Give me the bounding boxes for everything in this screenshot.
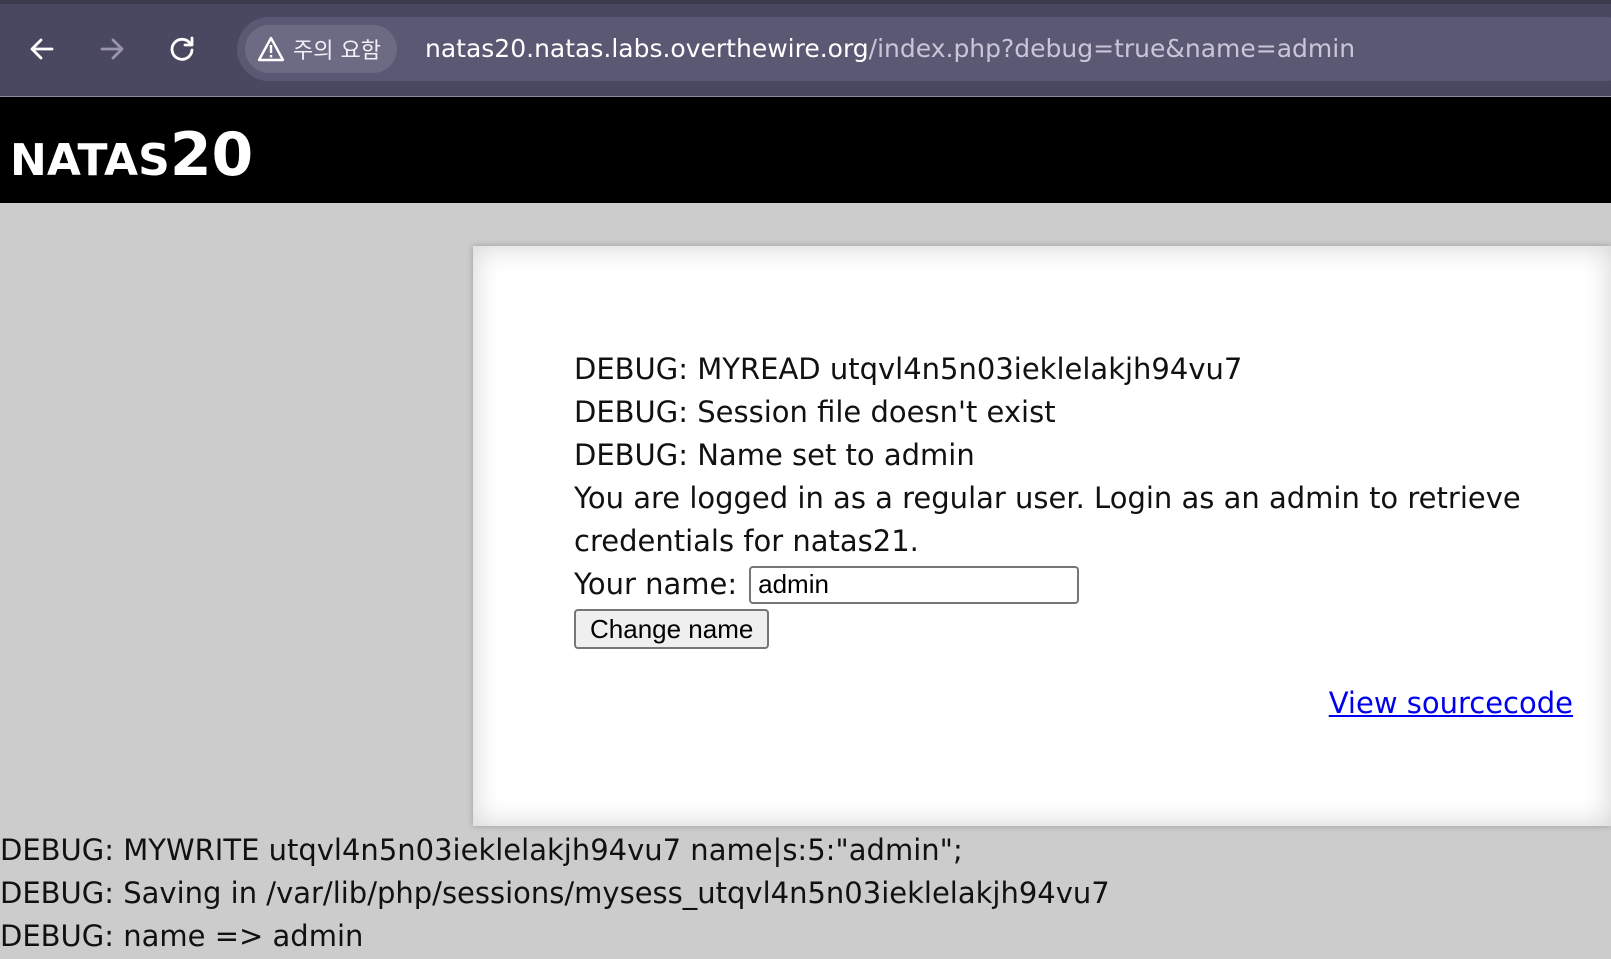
view-sourcecode-link[interactable]: View sourcecode: [1329, 686, 1573, 720]
content-panel: DEBUG: MYREAD utqvl4n5n03ieklelakjh94vu7…: [473, 246, 1611, 826]
content-body: DEBUG: MYREAD utqvl4n5n03ieklelakjh94vu7…: [574, 348, 1554, 650]
url-path: /index.php?debug=true&name=admin: [868, 34, 1356, 63]
name-label: Your name:: [574, 567, 738, 601]
name-input[interactable]: [749, 565, 1080, 604]
debug-line: DEBUG: Saving in /var/lib/php/sessions/m…: [0, 876, 1110, 910]
forward-arrow-icon: [100, 38, 124, 60]
forward-button[interactable]: [91, 28, 133, 70]
page-title: NATAS20: [10, 120, 253, 190]
reload-icon: [170, 36, 194, 61]
reload-button[interactable]: [161, 28, 203, 70]
back-button[interactable]: [21, 28, 63, 70]
url-host: natas20.natas.labs.overthewire.org: [425, 34, 869, 63]
name-form: Your name: Change name: [574, 563, 1554, 650]
page-header: NATAS20: [0, 97, 1611, 203]
url-text[interactable]: natas20.natas.labs.overthewire.org/index…: [425, 31, 1355, 67]
debug-line: DEBUG: MYREAD utqvl4n5n03ieklelakjh94vu7: [574, 352, 1243, 386]
debug-line: DEBUG: MYWRITE utqvl4n5n03ieklelakjh94vu…: [0, 833, 963, 867]
change-name-button[interactable]: Change name: [574, 609, 770, 649]
debug-line: DEBUG: Name set to admin: [574, 438, 975, 472]
back-arrow-icon: [30, 38, 54, 60]
security-indicator[interactable]: 주의 요함: [245, 25, 397, 73]
name-row: Your name:: [574, 563, 1554, 606]
footer-debug-output: DEBUG: MYWRITE utqvl4n5n03ieklelakjh94vu…: [0, 829, 1110, 958]
status-message: You are logged in as a regular user. Log…: [574, 481, 1521, 558]
browser-toolbar: 주의 요함 natas20.natas.labs.overthewire.org…: [0, 0, 1611, 97]
security-label: 주의 요함: [293, 39, 381, 64]
warning-triangle-icon: [257, 36, 285, 62]
debug-line: DEBUG: name => admin: [0, 919, 364, 953]
title-prefix: NATAS: [10, 135, 170, 186]
debug-line: DEBUG: Session file doesn't exist: [574, 395, 1056, 429]
tab-strip-edge: [0, 0, 1611, 4]
title-number: 20: [169, 120, 254, 190]
address-bar[interactable]: 주의 요함 natas20.natas.labs.overthewire.org…: [237, 17, 1611, 81]
